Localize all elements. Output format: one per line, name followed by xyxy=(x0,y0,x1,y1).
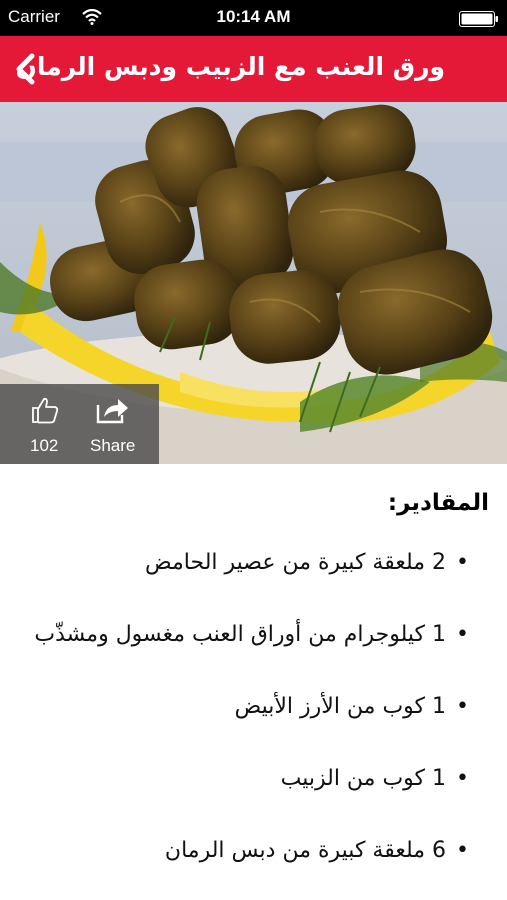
like-count: 102 xyxy=(30,436,59,455)
ingredient-text: 1 كوب من الأرز الأبيض xyxy=(234,694,447,719)
share-button[interactable]: Share xyxy=(80,384,159,464)
page-title: ورق العنب مع الزبيب ودبس الرمان xyxy=(15,52,445,81)
ingredient-text: 1 كوب من الزبيب xyxy=(280,766,447,791)
list-item: •2 ملعقة كبيرة من عصير الحامض xyxy=(145,550,469,575)
share-label: Share xyxy=(90,436,136,455)
list-item: •6 ملعقة كبيرة من دبس الرمان xyxy=(164,838,469,863)
ingredient-text: 2 ملعقة كبيرة من عصير الحامض xyxy=(145,550,447,575)
list-item: •1 كوب من الزبيب xyxy=(280,766,469,791)
battery-icon xyxy=(459,11,499,31)
ingredient-text: 6 ملعقة كبيرة من دبس الرمان xyxy=(164,838,447,863)
status-bar: Carrier 10:14 AM xyxy=(0,0,507,36)
nav-bar: ورق العنب مع الزبيب ودبس الرمان xyxy=(0,36,507,102)
list-item: •1 كوب من الأرز الأبيض xyxy=(234,694,469,719)
thumbs-up-icon xyxy=(30,395,60,429)
share-icon xyxy=(96,395,130,429)
social-actions: 102 Share xyxy=(0,384,159,464)
clock: 10:14 AM xyxy=(216,7,291,26)
recipe-content: المقادير: •2 ملعقة كبيرة من عصير الحامض … xyxy=(0,464,507,900)
ingredients-heading: المقادير: xyxy=(387,490,489,516)
list-item: •1 كيلوجرام من أوراق العنب مغسول ومشذّب xyxy=(34,622,469,647)
ingredient-text: 1 كيلوجرام من أوراق العنب مغسول ومشذّب xyxy=(34,622,447,647)
like-button[interactable]: 102 xyxy=(0,384,90,464)
